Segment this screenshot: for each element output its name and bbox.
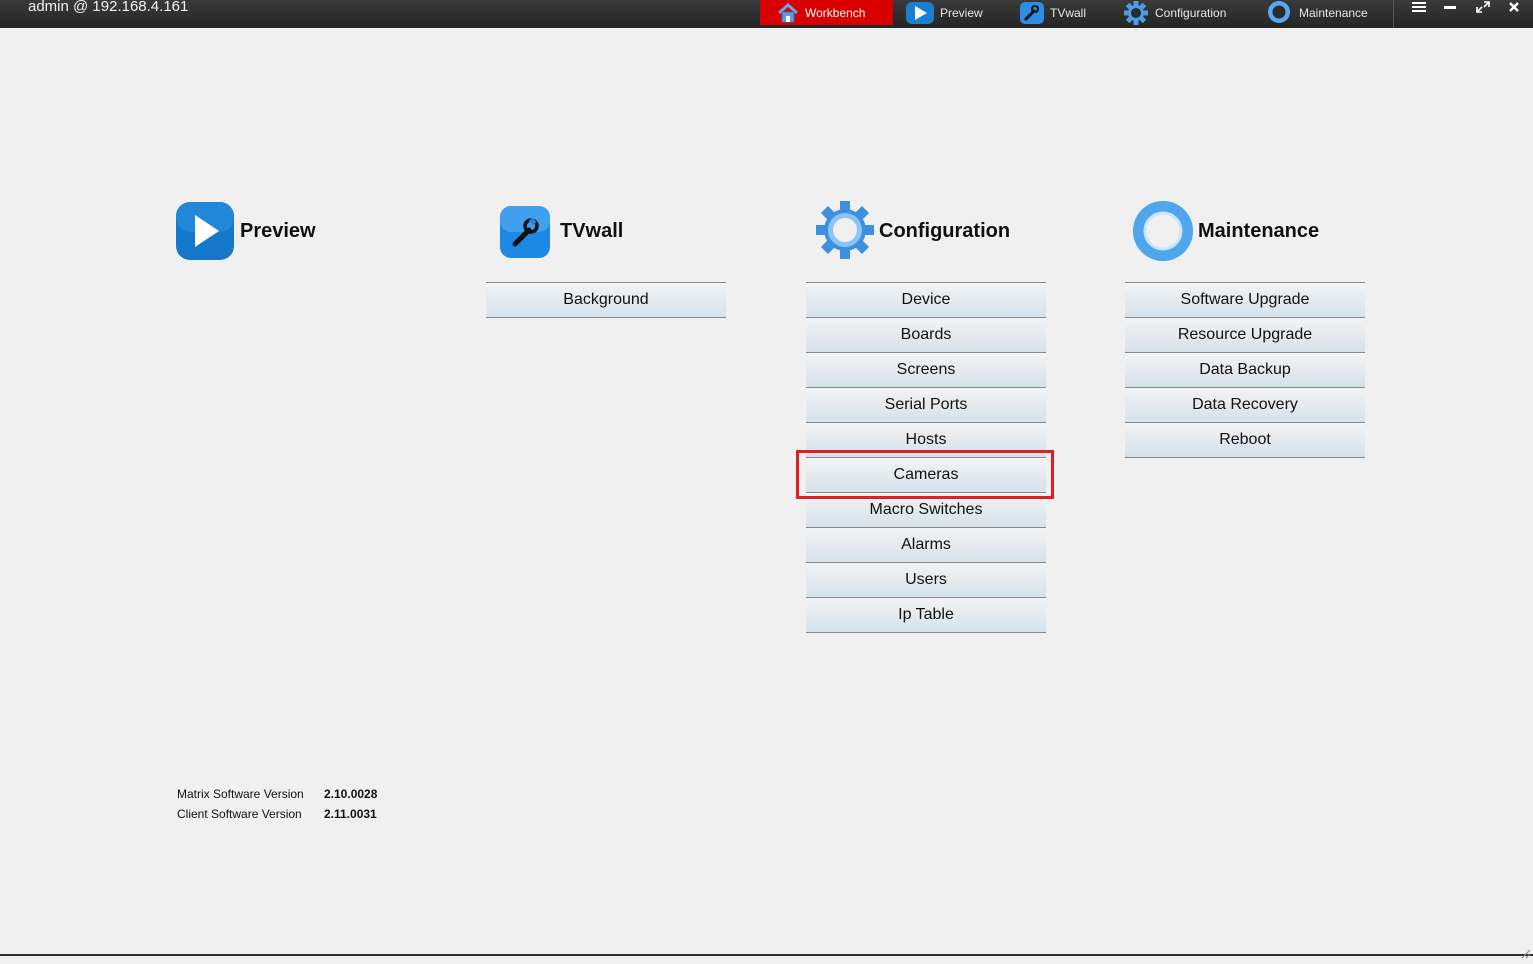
tab-configuration[interactable]: Configuration [1122,0,1226,25]
maintenance-header[interactable]: Maintenance [1132,199,1319,263]
tab-maintenance-label: Maintenance [1299,5,1368,20]
menu-item-boards[interactable]: Boards [806,318,1046,353]
configuration-header[interactable]: Configuration [815,198,1010,264]
play-icon [175,201,235,261]
tvwall-menu: Background [486,282,726,318]
preview-title: Preview [240,219,316,242]
configuration-title: Configuration [879,219,1011,242]
tab-tvwall-label: TVwall [1050,5,1087,20]
matrix-version-row: Matrix Software Version 2.10.0028 [177,784,377,804]
menu-item-users[interactable]: Users [806,563,1046,598]
menu-item-software-upgrade[interactable]: Software Upgrade [1125,283,1365,318]
close-icon[interactable] [1504,0,1524,14]
tab-maintenance[interactable]: Maintenance [1264,0,1368,25]
menu-item-hosts[interactable]: Hosts [806,423,1046,458]
menu-item-device[interactable]: Device [806,283,1046,318]
version-info: Matrix Software Version 2.10.0028 Client… [177,784,377,824]
menu-item-screens[interactable]: Screens [806,353,1046,388]
title-bar: admin @ 192.168.4.161 Workbench Preview [0,0,1533,28]
preview-header[interactable]: Preview [175,200,316,262]
tab-workbench-label: Workbench [805,5,866,20]
menu-item-cameras[interactable]: Cameras [806,458,1046,493]
ring-icon [1264,0,1294,25]
tab-preview[interactable]: Preview [905,0,983,25]
maximize-icon[interactable] [1473,0,1493,14]
client-version-value: 2.11.0031 [324,807,377,821]
play-icon [905,1,935,24]
gear-icon [1122,0,1150,25]
connection-title: admin @ 192.168.4.161 [28,0,189,15]
wrench-icon [1019,1,1045,24]
menu-item-ip-table[interactable]: Ip Table [806,598,1046,633]
tab-preview-label: Preview [940,5,983,20]
maintenance-title: Maintenance [1198,219,1320,242]
matrix-version-value: 2.10.0028 [324,787,378,801]
tvwall-header[interactable]: TVwall [500,200,623,262]
configuration-menu: Device Boards Screens Serial Ports Hosts… [806,282,1046,633]
menu-item-background[interactable]: Background [486,283,726,318]
menu-item-macro-switches[interactable]: Macro Switches [806,493,1046,528]
tvwall-title: TVwall [560,219,624,242]
ring-icon [1132,199,1194,263]
tab-tvwall[interactable]: TVwall [1019,0,1086,25]
menu-item-data-recovery[interactable]: Data Recovery [1125,388,1365,423]
menu-item-data-backup[interactable]: Data Backup [1125,353,1365,388]
tab-configuration-label: Configuration [1155,5,1227,20]
client-version-row: Client Software Version 2.11.0031 [177,804,377,824]
menu-item-alarms[interactable]: Alarms [806,528,1046,563]
matrix-version-label: Matrix Software Version [177,787,304,801]
toolbar-divider [1393,0,1394,28]
menu-icon[interactable] [1409,0,1429,14]
maintenance-menu: Software Upgrade Resource Upgrade Data B… [1125,282,1365,458]
resize-grip-icon[interactable] [1519,946,1531,959]
minimize-icon[interactable] [1440,0,1460,14]
status-bar-line [0,954,1533,956]
gear-icon [815,199,875,263]
client-version-label: Client Software Version [177,807,302,821]
menu-item-serial-ports[interactable]: Serial Ports [806,388,1046,423]
tab-workbench[interactable]: Workbench [760,0,893,25]
wrench-icon [500,202,550,260]
menu-item-resource-upgrade[interactable]: Resource Upgrade [1125,318,1365,353]
home-icon [776,2,800,24]
menu-item-reboot[interactable]: Reboot [1125,423,1365,458]
